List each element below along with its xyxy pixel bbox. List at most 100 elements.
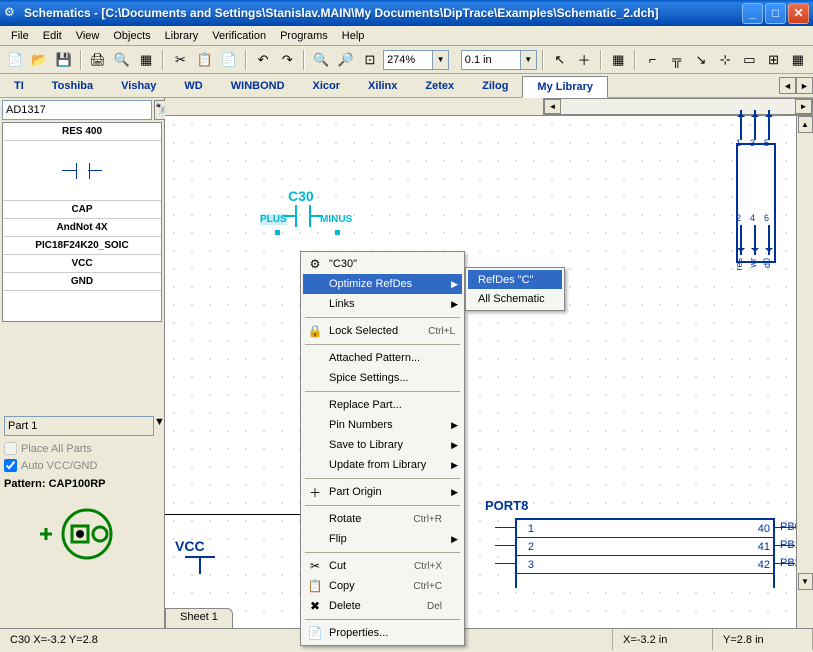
lib-tab-xicor[interactable]: Xicor — [299, 76, 355, 96]
refdes-port8[interactable]: PORT8 — [485, 498, 528, 513]
menu-item-rotate[interactable]: RotateCtrl+R — [303, 509, 462, 529]
libtab-scroll-right-icon[interactable]: ► — [796, 77, 813, 94]
lib-tab-toshiba[interactable]: Toshiba — [38, 76, 107, 96]
lib-tab-ti[interactable]: TI — [0, 76, 38, 96]
part-row[interactable]: AndNot 4X — [3, 219, 161, 237]
lib-tab-my-library[interactable]: My Library — [522, 76, 608, 98]
refdes-c30[interactable]: C30 — [288, 188, 314, 204]
menu-item-lock-selected[interactable]: 🔒Lock SelectedCtrl+L — [303, 321, 462, 341]
part-row[interactable]: CAP — [3, 201, 161, 219]
zoom-out-button[interactable]: 🔎 — [335, 49, 357, 71]
part-row[interactable]: VCC — [3, 255, 161, 273]
component-tool[interactable]: ⊞ — [763, 49, 785, 71]
menu-programs[interactable]: Programs — [273, 28, 335, 44]
menu-item-save-to-library[interactable]: Save to Library▶ — [303, 435, 462, 455]
scroll-up-icon[interactable]: ▲ — [798, 116, 813, 133]
menu-item-flip[interactable]: Flip▶ — [303, 529, 462, 549]
menu-help[interactable]: Help — [335, 28, 372, 44]
redo-button[interactable]: ↷ — [276, 49, 298, 71]
maximize-button[interactable]: □ — [765, 3, 786, 24]
origin-tool[interactable]: ＋ — [573, 49, 595, 71]
menu-edit[interactable]: Edit — [36, 28, 69, 44]
zoom-combo[interactable]: ▼ — [383, 50, 449, 70]
menu-verification[interactable]: Verification — [205, 28, 273, 44]
scroll-left-icon[interactable]: ◄ — [544, 99, 561, 114]
lib-tab-wd[interactable]: WD — [170, 76, 216, 96]
libtab-scroll-left-icon[interactable]: ◄ — [779, 77, 796, 94]
port8-body[interactable]: 140 241 342 — [515, 518, 775, 588]
titleblock-button[interactable]: ▦ — [135, 49, 157, 71]
menu-item-copy[interactable]: 📋CopyCtrl+C — [303, 576, 462, 596]
zoom-dropdown-icon[interactable]: ▼ — [433, 50, 449, 70]
menu-item-update-from-library[interactable]: Update from Library▶ — [303, 455, 462, 475]
lib-tab-xilinx[interactable]: Xilinx — [354, 76, 411, 96]
menu-item-pin-numbers[interactable]: Pin Numbers▶ — [303, 415, 462, 435]
menu-file[interactable]: File — [4, 28, 36, 44]
menu-item-cut[interactable]: ✂CutCtrl+X — [303, 556, 462, 576]
menu-item-delete[interactable]: ✖DeleteDel — [303, 596, 462, 616]
place-all-checkbox[interactable]: Place All Parts — [4, 440, 160, 457]
submenu-arrow-icon: ▶ — [451, 420, 458, 431]
preview-button[interactable]: 🔍 — [111, 49, 133, 71]
submenu-item-refdes-c[interactable]: RefDes "C" — [468, 270, 562, 289]
paste-button[interactable]: 📄 — [218, 49, 240, 71]
wire-tool[interactable]: ⌐ — [641, 49, 663, 71]
menu-item-attached-pattern[interactable]: Attached Pattern... — [303, 348, 462, 368]
undo-button[interactable]: ↶ — [252, 49, 274, 71]
grid-icon[interactable]: ▦ — [607, 49, 629, 71]
menu-item-part-origin[interactable]: ＋Part Origin▶ — [303, 482, 462, 502]
menu-objects[interactable]: Objects — [106, 28, 157, 44]
submenu-arrow-icon: ▶ — [451, 534, 458, 545]
junction-tool[interactable]: ⊹ — [714, 49, 736, 71]
grid-combo[interactable]: ▼ — [461, 50, 537, 70]
open-button[interactable]: 📂 — [28, 49, 50, 71]
grid-input[interactable] — [461, 50, 521, 70]
new-button[interactable]: 📄 — [4, 49, 26, 71]
print-button[interactable]: 🖨 — [87, 49, 109, 71]
part-row[interactable] — [3, 141, 161, 201]
bus-tool[interactable]: ╦ — [666, 49, 688, 71]
menu-view[interactable]: View — [69, 28, 107, 44]
vertical-scrollbar[interactable]: ▲ ▼ — [796, 116, 813, 628]
port-tool[interactable]: ▭ — [738, 49, 760, 71]
menu-item-replace-part[interactable]: Replace Part... — [303, 395, 462, 415]
save-button[interactable]: 💾 — [52, 49, 74, 71]
menu-item-optimize-refdes[interactable]: Optimize RefDes▶ — [303, 274, 462, 294]
schematic-canvas[interactable]: ◄ ► C30 PLUS MINUS 1 3 5 2 4 6 — [165, 98, 813, 628]
part-combo-dropdown-icon[interactable]: ▼ — [154, 416, 165, 436]
hierarchy-tool[interactable]: ▦ — [787, 49, 809, 71]
menu-item-properties[interactable]: 📄Properties... — [303, 623, 462, 643]
part-list[interactable]: RES 400 CAPAndNot 4XPIC18F24K20_SOICVCCGN… — [2, 122, 162, 322]
net-tool[interactable]: ↘ — [690, 49, 712, 71]
zoom-window-button[interactable]: ⊡ — [359, 49, 381, 71]
sheet-tab[interactable]: Sheet 1 — [165, 608, 233, 628]
menu-item-spice-settings[interactable]: Spice Settings... — [303, 368, 462, 388]
component-bot-arrows[interactable]: 2 4 6 res wr d0 — [728, 213, 793, 273]
lib-tab-zilog[interactable]: Zilog — [468, 76, 522, 96]
zoom-input[interactable] — [383, 50, 433, 70]
auto-vcc-checkbox[interactable]: Auto VCC/GND — [4, 457, 160, 474]
grid-dropdown-icon[interactable]: ▼ — [521, 50, 537, 70]
zoom-in-button[interactable]: 🔍 — [310, 49, 332, 71]
part-row[interactable]: RES 400 — [3, 123, 161, 141]
copy-button[interactable]: 📋 — [194, 49, 216, 71]
cut-button[interactable]: ✂ — [169, 49, 191, 71]
scroll-down-icon[interactable]: ▼ — [798, 573, 813, 590]
close-button[interactable]: ✕ — [788, 3, 809, 24]
refdes-vcc[interactable]: VCC — [175, 538, 205, 554]
selection-handle[interactable] — [275, 230, 280, 235]
menu-item-links[interactable]: Links▶ — [303, 294, 462, 314]
part-search-input[interactable] — [2, 100, 152, 120]
menu-library[interactable]: Library — [158, 28, 206, 44]
part-combo-input[interactable] — [4, 416, 154, 436]
minimize-button[interactable]: _ — [742, 3, 763, 24]
lib-tab-winbond[interactable]: WINBOND — [217, 76, 299, 96]
part-row[interactable]: GND — [3, 273, 161, 291]
lib-tab-zetex[interactable]: Zetex — [411, 76, 468, 96]
part-row[interactable]: PIC18F24K20_SOIC — [3, 237, 161, 255]
arrow-tool[interactable]: ↖ — [549, 49, 571, 71]
scroll-right-icon[interactable]: ► — [795, 99, 812, 114]
lib-tab-vishay[interactable]: Vishay — [107, 76, 170, 96]
submenu-item-all-schematic[interactable]: All Schematic — [468, 289, 562, 308]
selection-handle[interactable] — [335, 230, 340, 235]
